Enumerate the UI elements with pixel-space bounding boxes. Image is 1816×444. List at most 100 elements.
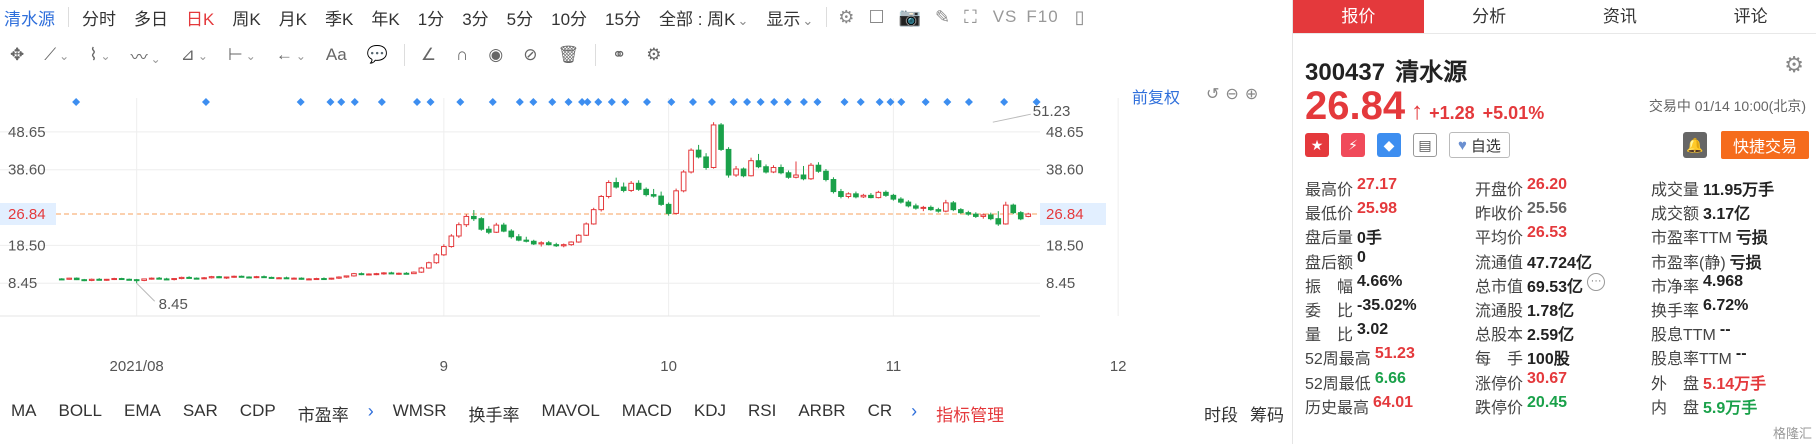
candle-body	[186, 276, 192, 279]
chevron-right-icon[interactable]: ›	[903, 401, 925, 426]
indicator-tab[interactable]: CR	[857, 401, 904, 426]
indicator-tab[interactable]: BOLL	[48, 401, 113, 426]
lightning-icon[interactable]: ⚡	[1341, 133, 1365, 157]
indicator-tab[interactable]: CDP	[229, 401, 287, 426]
stat-value: 0	[1357, 248, 1366, 266]
period-tab[interactable]: 5分	[498, 5, 542, 30]
period-tab[interactable]: 日K	[177, 5, 223, 30]
stat-cell: 总股本 2.59亿	[1475, 321, 1651, 345]
indicator-tab[interactable]: ARBR	[787, 401, 856, 426]
stat-label: 市净率	[1651, 278, 1700, 296]
period-tab[interactable]: 10分	[542, 5, 596, 30]
indicator-tab[interactable]: RSI	[737, 401, 787, 426]
indicator-tab[interactable]: 换手率	[458, 401, 531, 426]
link-icon[interactable]: ⚭	[602, 45, 636, 65]
move-icon[interactable]: ✥	[0, 45, 34, 65]
indicator-manager-button[interactable]: 指标管理	[925, 401, 1015, 426]
measure-tool-icon[interactable]: ⊢	[218, 45, 266, 65]
indicator-tab[interactable]: KDJ	[683, 401, 737, 426]
quote-tab[interactable]: 分析	[1424, 0, 1555, 33]
period-tab[interactable]: 月K	[270, 5, 316, 30]
range-select[interactable]: 全部 : 周K	[650, 5, 757, 30]
period-tab[interactable]: 周K	[223, 5, 269, 30]
period-tab[interactable]: 15分	[596, 5, 650, 30]
candle-body	[898, 198, 904, 203]
candle-body	[1017, 212, 1024, 220]
candle-body	[343, 275, 350, 278]
candlestick-chart[interactable]: 48.65 48.65 38.60 38.60 26.84 26.84 18.50 18.50…	[0, 78, 1290, 378]
tag-icon[interactable]: ◆	[1377, 133, 1401, 157]
candle-body	[845, 193, 852, 197]
add-watchlist-button[interactable]: ♥ 自选	[1449, 132, 1510, 158]
signal-marker	[377, 98, 386, 106]
chevron-right-icon[interactable]: ›	[360, 401, 382, 426]
settings-icon[interactable]: ⚙	[831, 7, 861, 28]
quote-tabs: 报价 分析 资讯 评论	[1293, 0, 1816, 34]
period-tab[interactable]: 多日	[125, 5, 177, 30]
signal-markers	[72, 98, 1041, 106]
wave-tool-icon[interactable]: 〰	[121, 43, 171, 68]
candle-body	[598, 195, 605, 211]
line-tool-icon[interactable]: ⟋	[34, 45, 79, 65]
stock-name-link[interactable]: 清水源	[0, 5, 64, 30]
quote-tab[interactable]: 评论	[1685, 0, 1816, 33]
candle-body	[276, 277, 282, 280]
more-icon[interactable]: ···	[1587, 272, 1606, 291]
eye-icon[interactable]: ◉	[478, 45, 513, 65]
text-tool-icon[interactable]: Aa	[316, 45, 357, 65]
stat-value: 69.53亿	[1527, 278, 1584, 296]
indicator-right-tab[interactable]: 时段	[1198, 401, 1244, 426]
candle-body	[553, 244, 560, 247]
candle-body	[718, 124, 724, 150]
signal-marker	[707, 98, 716, 106]
candle-body	[515, 236, 522, 241]
camera-icon[interactable]: 📷	[892, 7, 928, 28]
polyline-tool-icon[interactable]: ⌇	[79, 45, 120, 65]
indicator-right-tab[interactable]: 筹码	[1244, 401, 1290, 426]
display-select[interactable]: 显示	[757, 5, 822, 30]
period-tab[interactable]: 分时	[73, 5, 125, 30]
candle-body	[695, 149, 702, 158]
fibonacci-tool-icon[interactable]: ⊿	[171, 45, 218, 65]
quick-trade-button[interactable]: 快捷交易	[1721, 131, 1809, 159]
signal-marker	[642, 98, 651, 106]
checkbox-icon[interactable]: ☐	[861, 7, 891, 28]
fullscreen-icon[interactable]: ⛶	[957, 7, 984, 28]
f10-button[interactable]: F10	[1026, 7, 1067, 27]
magnet-icon[interactable]: ∩	[446, 45, 478, 65]
price-row: 26.84 ↑ +1.28 +5.01%	[1305, 84, 1544, 129]
sidebar-toggle-icon[interactable]: ▯	[1068, 7, 1092, 28]
stat-cell: 52周最低 6.66	[1305, 370, 1475, 394]
bell-icon[interactable]: 🔔	[1683, 132, 1707, 158]
settings-icon[interactable]: ⚙	[636, 45, 671, 65]
indicator-tab[interactable]: MACD	[611, 401, 683, 426]
period-tab[interactable]: 1分	[409, 5, 453, 30]
candle-body	[178, 276, 185, 280]
indicator-tab[interactable]: EMA	[113, 401, 172, 426]
quote-tab[interactable]: 资讯	[1555, 0, 1686, 33]
indicator-tab[interactable]: 市盈率	[287, 401, 360, 426]
pencil-icon[interactable]: ✎	[928, 7, 957, 28]
hide-icon[interactable]: ⊘	[513, 45, 547, 65]
comment-tool-icon[interactable]: 💬	[357, 45, 398, 65]
vs-button[interactable]: VS	[984, 7, 1027, 27]
delete-icon[interactable]: 🗑	[547, 45, 589, 65]
indicator-tab[interactable]: MAVOL	[531, 401, 611, 426]
document-icon[interactable]: ▤	[1413, 133, 1437, 157]
angle-tool-icon[interactable]: ∠	[411, 45, 446, 65]
period-tab[interactable]: 3分	[453, 5, 497, 30]
gear-icon[interactable]: ⚙	[1784, 52, 1804, 78]
indicator-tab[interactable]: MA	[0, 401, 48, 426]
signal-marker	[743, 98, 752, 106]
indicator-tab[interactable]: SAR	[172, 401, 229, 426]
candle-body	[560, 244, 567, 247]
period-tab[interactable]: 年K	[362, 5, 408, 30]
arrow-tool-icon[interactable]: ←	[266, 45, 316, 65]
indicator-tab[interactable]: WMSR	[382, 401, 458, 426]
stat-value: --	[1719, 321, 1731, 339]
watchlist-label: 自选	[1470, 137, 1501, 155]
stat-cell: 内 盘 5.9万手	[1651, 394, 1815, 418]
candle-body	[58, 278, 65, 281]
period-tab[interactable]: 季K	[316, 5, 362, 30]
quote-tab[interactable]: 报价	[1293, 0, 1424, 33]
